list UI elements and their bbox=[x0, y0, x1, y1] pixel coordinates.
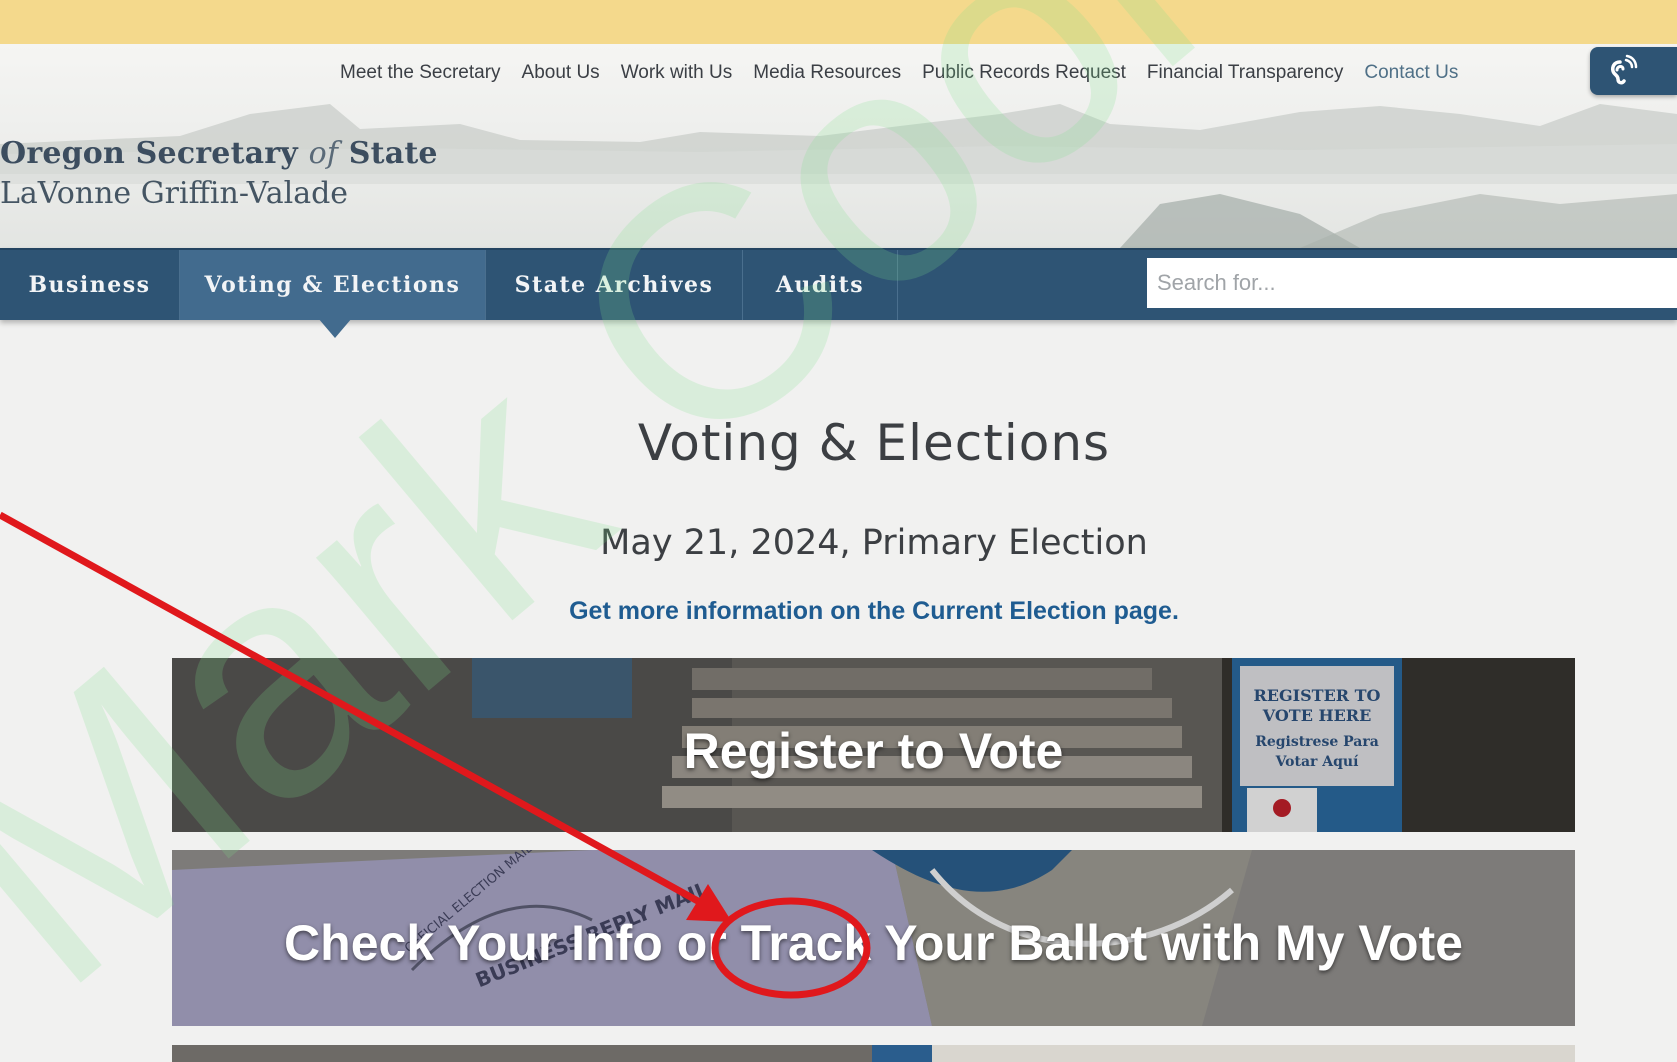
utility-nav: Meet the Secretary About Us Work with Us… bbox=[340, 62, 1479, 84]
nav-item-voting-elections[interactable]: Voting & Elections bbox=[180, 250, 486, 320]
utility-link-media-resources[interactable]: Media Resources bbox=[753, 62, 901, 84]
alert-banner bbox=[0, 0, 1677, 44]
tile-check-info-track-ballot[interactable]: BUSINESS REPLY MAIL OFFICIAL ELECTION MA… bbox=[172, 850, 1575, 1026]
search-input[interactable] bbox=[1147, 258, 1677, 308]
logo-title-part2: State bbox=[338, 136, 438, 171]
utility-link-meet-secretary[interactable]: Meet the Secretary bbox=[340, 62, 501, 84]
current-election-link[interactable]: Get more information on the Current Elec… bbox=[0, 597, 1677, 626]
tile-register-to-vote[interactable]: REGISTER TO VOTE HERE Registrese Para Vo… bbox=[172, 658, 1575, 832]
nav-item-audits[interactable]: Audits bbox=[743, 250, 898, 320]
nav-item-state-archives[interactable]: State Archives bbox=[486, 250, 743, 320]
utility-link-financial-transparency[interactable]: Financial Transparency bbox=[1147, 62, 1343, 84]
utility-link-public-records[interactable]: Public Records Request bbox=[922, 62, 1126, 84]
utility-link-work-with-us[interactable]: Work with Us bbox=[621, 62, 733, 84]
secretary-name: LaVonne Griffin-Valade bbox=[0, 176, 349, 211]
ear-hearing-icon bbox=[1610, 54, 1637, 85]
active-nav-caret bbox=[318, 318, 352, 338]
utility-link-contact-us[interactable]: Contact Us bbox=[1364, 62, 1458, 84]
accessibility-button[interactable] bbox=[1590, 47, 1677, 95]
page-title: Voting & Elections bbox=[637, 414, 1111, 472]
utility-link-about-us[interactable]: About Us bbox=[522, 62, 600, 84]
tile-third-partial[interactable] bbox=[172, 1045, 1575, 1062]
election-heading: May 21, 2024, Primary Election bbox=[600, 523, 1148, 563]
nav-item-business[interactable]: Business bbox=[0, 250, 180, 320]
tile-check-info-label: Check Your Info or Track Your Ballot wit… bbox=[284, 915, 1463, 971]
register-sign-line1: REGISTER TO bbox=[1253, 686, 1381, 705]
logo-title-of: of bbox=[308, 136, 339, 171]
tile-third-photo bbox=[172, 1045, 1575, 1062]
logo-title-part1: Oregon Secretary bbox=[0, 136, 309, 171]
tile-register-label: Register to Vote bbox=[683, 723, 1064, 779]
site-logo-title[interactable]: Oregon Secretary of State bbox=[0, 136, 438, 171]
